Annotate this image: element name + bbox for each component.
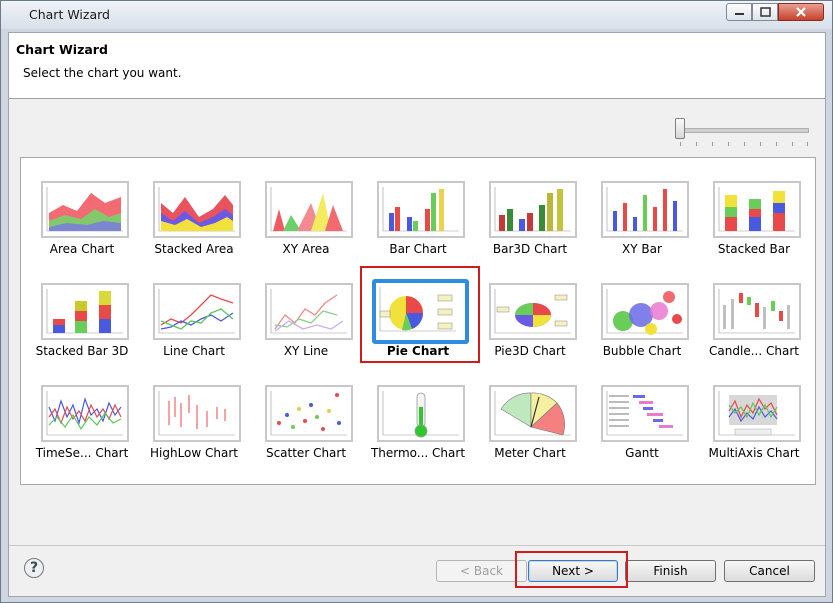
title-bar[interactable]: Chart Wizard — [1, 1, 832, 29]
bubble-chart-icon — [601, 283, 689, 340]
chart-type-item[interactable]: XY Line — [250, 283, 362, 371]
xy-bar-icon — [601, 181, 689, 238]
chart-type-label: Candle... Chart — [709, 344, 799, 358]
chart-type-label: XY Bar — [622, 242, 662, 256]
chart-type-label: Pie3D Chart — [494, 344, 566, 358]
meter-chart-icon — [489, 385, 577, 442]
chart-type-label: Stacked Area — [154, 242, 234, 256]
wizard-header: Chart Wizard Select the chart you want. — [9, 33, 825, 99]
next-button-highlight — [515, 551, 628, 588]
page-title: Chart Wizard — [16, 42, 108, 57]
chart-type-item[interactable]: XY Bar — [586, 181, 698, 269]
xy-area-icon — [265, 181, 353, 238]
chart-type-item[interactable]: Meter Chart — [474, 385, 586, 473]
chart-type-item[interactable]: HighLow Chart — [138, 385, 250, 473]
time-series-chart-icon — [41, 385, 129, 442]
chart-type-label: TimeSe... Chart — [35, 446, 129, 460]
chart-type-label: Stacked Bar — [717, 242, 791, 256]
close-icon — [796, 7, 806, 17]
maximize-button[interactable] — [752, 3, 778, 21]
chart-type-item[interactable]: Pie3D Chart — [474, 283, 586, 371]
maximize-icon — [760, 7, 771, 17]
window-title: Chart Wizard — [29, 7, 110, 22]
chart-type-item[interactable]: TimeSe... Chart — [26, 385, 138, 473]
minimize-icon — [735, 13, 744, 15]
chart-type-label: Bar3D Chart — [492, 242, 568, 256]
chart-type-label: Gantt — [625, 446, 659, 460]
chart-type-label: Thermo... Chart — [370, 446, 466, 460]
pie-chart-highlight — [360, 266, 480, 363]
zoom-slider-thumb[interactable] — [675, 118, 685, 139]
chart-type-item[interactable]: Gantt — [586, 385, 698, 473]
back-button[interactable]: < Back — [436, 560, 527, 582]
high-low-chart-icon — [153, 385, 241, 442]
xy-line-icon — [265, 283, 353, 340]
multi-axis-chart-icon — [713, 385, 801, 442]
zoom-slider-ticks — [680, 142, 808, 146]
chart-type-label: Bubble Chart — [602, 344, 682, 358]
chart-type-item[interactable]: Bubble Chart — [586, 283, 698, 371]
bar3d-chart-icon — [489, 181, 577, 238]
minimize-button[interactable] — [726, 3, 752, 21]
chart-type-label: Area Chart — [49, 242, 115, 256]
chart-type-label: Bar Chart — [389, 242, 447, 256]
area-chart-icon — [41, 181, 129, 238]
zoom-slider-track[interactable] — [680, 128, 809, 133]
chart-type-label: XY Area — [282, 242, 330, 256]
chart-wizard-window: Chart Wizard Chart Wizard Select the cha… — [0, 0, 833, 603]
stacked-bar-3d-icon — [41, 283, 129, 340]
chart-type-item[interactable]: Stacked Area — [138, 181, 250, 269]
page-subtitle: Select the chart you want. — [23, 66, 182, 80]
chart-type-item[interactable]: Bar3D Chart — [474, 181, 586, 269]
chart-type-label: Scatter Chart — [265, 446, 347, 460]
help-button[interactable]: ? — [24, 558, 44, 578]
chart-type-label: HighLow Chart — [149, 446, 238, 460]
stacked-bar-icon — [713, 181, 801, 238]
chart-type-item[interactable]: MultiAxis Chart — [698, 385, 810, 473]
chart-type-label: Stacked Bar 3D — [35, 344, 129, 358]
stacked-area-icon — [153, 181, 241, 238]
chart-type-item[interactable]: XY Area — [250, 181, 362, 269]
footer-divider — [9, 545, 825, 546]
chart-type-item[interactable]: Area Chart — [26, 181, 138, 269]
pie3d-chart-icon — [489, 283, 577, 340]
close-button[interactable] — [778, 3, 824, 21]
chart-type-label: Line Chart — [163, 344, 225, 358]
gantt-chart-icon — [601, 385, 689, 442]
cancel-button[interactable]: Cancel — [724, 560, 815, 582]
scatter-chart-icon — [265, 385, 353, 442]
chart-type-item[interactable]: Stacked Bar 3D — [26, 283, 138, 371]
app-icon — [13, 9, 19, 21]
chart-type-label: XY Line — [283, 344, 329, 358]
chart-type-item[interactable]: Bar Chart — [362, 181, 474, 269]
chart-type-label: Meter Chart — [494, 446, 566, 460]
chart-type-label: MultiAxis Chart — [708, 446, 800, 460]
chart-type-item[interactable]: Stacked Bar — [698, 181, 810, 269]
finish-button[interactable]: Finish — [625, 560, 716, 582]
line-chart-icon — [153, 283, 241, 340]
chart-type-item[interactable]: Candle... Chart — [698, 283, 810, 371]
bar-chart-icon — [377, 181, 465, 238]
chart-type-item[interactable]: Line Chart — [138, 283, 250, 371]
candlestick-chart-icon — [713, 283, 801, 340]
chart-type-item[interactable]: Scatter Chart — [250, 385, 362, 473]
chart-type-item[interactable]: Thermo... Chart — [362, 385, 474, 473]
thermometer-chart-icon — [377, 385, 465, 442]
